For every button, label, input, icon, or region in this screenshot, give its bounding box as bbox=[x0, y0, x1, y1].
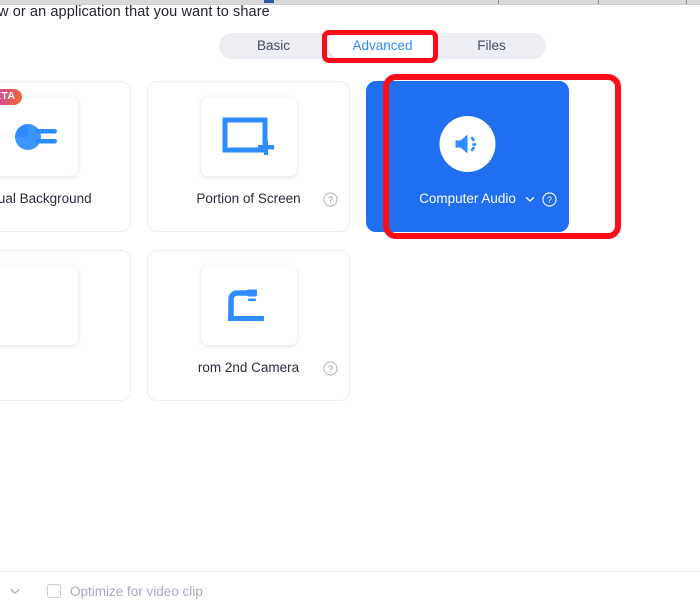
card-label: rom 2nd Camera bbox=[197, 360, 300, 375]
card-thumbnail bbox=[200, 266, 297, 345]
card-thumbnail bbox=[0, 266, 78, 345]
card-label: Computer Audio bbox=[419, 191, 516, 206]
bottom-toolbar: Optimize for video clip bbox=[0, 571, 700, 610]
card-label: s Virtual Background bbox=[0, 191, 92, 206]
beta-badge: BETA bbox=[0, 89, 23, 105]
share-card-portion-of-screen[interactable]: Portion of Screen ? bbox=[147, 81, 350, 232]
optimize-for-video-clip-label: Optimize for video clip bbox=[70, 583, 203, 599]
tab-files[interactable]: Files bbox=[437, 33, 546, 59]
share-card-partial-right[interactable] bbox=[0, 250, 131, 401]
audio-icon-circle bbox=[439, 116, 496, 172]
document-camera-icon bbox=[227, 289, 264, 321]
page-title: w or an application that you want to sha… bbox=[0, 4, 270, 20]
chrome-tick bbox=[498, 0, 499, 4]
optimize-for-video-clip-checkbox[interactable] bbox=[47, 584, 61, 598]
svg-text:?: ? bbox=[328, 195, 333, 205]
chevron-down-icon[interactable] bbox=[8, 584, 22, 598]
chevron-down-icon[interactable] bbox=[524, 193, 536, 205]
share-card-content-from-2nd-camera[interactable]: rom 2nd Camera ? bbox=[147, 250, 350, 401]
chrome-tick bbox=[598, 0, 599, 4]
card-thumbnail bbox=[0, 97, 78, 176]
view-mode-tabs: Basic Advanced Files bbox=[219, 33, 546, 59]
speaker-icon bbox=[455, 134, 477, 154]
card-thumbnail bbox=[200, 97, 297, 176]
chrome-tick bbox=[686, 0, 687, 4]
svg-text:?: ? bbox=[547, 195, 552, 205]
share-card-slides-virtual-background[interactable]: BETA s Virtual Background bbox=[0, 81, 131, 232]
help-icon[interactable]: ? bbox=[323, 361, 338, 376]
help-icon[interactable]: ? bbox=[542, 192, 557, 207]
share-card-computer-audio[interactable]: Computer Audio ? bbox=[366, 81, 569, 232]
help-icon[interactable]: ? bbox=[323, 192, 338, 207]
portion-of-screen-icon bbox=[222, 117, 274, 155]
tab-advanced[interactable]: Advanced bbox=[328, 33, 437, 59]
card-label: Portion of Screen bbox=[196, 191, 301, 206]
share-source-grid: BETA s Virtual Background Portion of Scr… bbox=[0, 81, 700, 401]
chrome-accent-mark bbox=[264, 0, 274, 3]
slides-virtual-background-icon bbox=[14, 123, 57, 150]
card-thumbnail bbox=[367, 100, 568, 188]
tab-basic[interactable]: Basic bbox=[219, 33, 328, 59]
svg-text:?: ? bbox=[328, 364, 333, 374]
